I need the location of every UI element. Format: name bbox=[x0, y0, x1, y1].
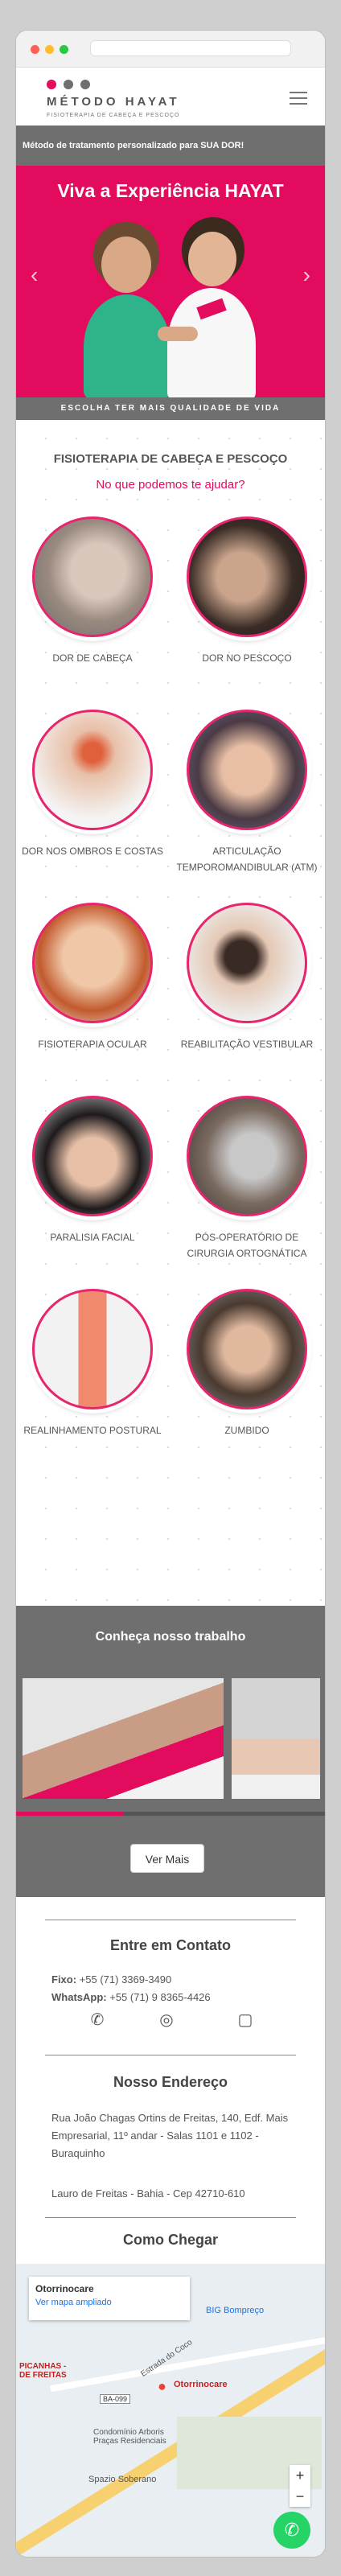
service-label: PÓS-OPERATÓRIO DE CIRURGIA ORTOGNÁTICA bbox=[187, 1232, 307, 1259]
shoulder-back-image bbox=[32, 710, 153, 830]
contact-section: Entre em Contato Fixo: +55 (71) 3369-349… bbox=[16, 1897, 325, 2557]
maximize-window-button[interactable] bbox=[60, 45, 68, 54]
work-section: Conheça nosso trabalho Ver Mais bbox=[16, 1606, 325, 1897]
slider-next-icon[interactable]: › bbox=[303, 262, 310, 288]
divider bbox=[45, 2217, 296, 2218]
tmj-image bbox=[187, 710, 307, 830]
work-slide-image[interactable] bbox=[232, 1678, 320, 1799]
see-more-button[interactable]: Ver Mais bbox=[130, 1844, 204, 1873]
whatsapp-number[interactable]: +55 (71) 9 8365-4426 bbox=[109, 1991, 210, 2003]
service-label: DOR NOS OMBROS E COSTAS bbox=[22, 846, 163, 857]
slider-prev-icon[interactable]: ‹ bbox=[31, 262, 38, 288]
map-label: BIG Bompreço bbox=[206, 2306, 265, 2315]
address-city: Lauro de Freitas - Bahia - Cep 42710-610 bbox=[51, 2187, 245, 2199]
hero-title: Viva a Experiência HAYAT bbox=[57, 180, 284, 201]
vestibular-image bbox=[187, 903, 307, 1023]
eye-therapy-image bbox=[32, 903, 153, 1023]
site-tagline: FISIOTERAPIA DE CABEÇA E PESCOÇO bbox=[47, 113, 180, 118]
map-zoom-control[interactable]: + − bbox=[290, 2465, 310, 2507]
announcement-bar: Método de tratamento personalizado para … bbox=[16, 126, 325, 166]
service-label: DOR NO PESCOÇO bbox=[202, 652, 292, 664]
service-card-shoulder-back[interactable]: DOR NOS OMBROS E COSTAS bbox=[16, 710, 169, 859]
facial-paralysis-image bbox=[32, 1096, 153, 1216]
whatsapp-label: WhatsApp: bbox=[51, 1991, 107, 2003]
service-card-postural[interactable]: REALINHAMENTO POSTURAL bbox=[16, 1289, 169, 1438]
work-title: Conheça nosso trabalho bbox=[95, 1630, 246, 1644]
hero-tagline: ESCOLHA TER MAIS QUALIDADE DE VIDA bbox=[16, 397, 325, 420]
service-label: DOR DE CABEÇA bbox=[52, 652, 133, 664]
address-line: Rua João Chagas Ortins de Freitas, 140, … bbox=[51, 2112, 289, 2159]
logo-dot bbox=[47, 80, 56, 89]
services-subtitle: No que podemos te ajudar? bbox=[96, 478, 245, 492]
services-title: FISIOTERAPIA DE CABEÇA E PESCOÇO bbox=[53, 452, 288, 466]
service-label: ZUMBIDO bbox=[224, 1425, 269, 1436]
work-slide-image[interactable] bbox=[23, 1678, 224, 1799]
map-label: PICANHAS - DE FREITAS bbox=[19, 2362, 67, 2380]
address-title: Nosso Endereço bbox=[113, 2074, 228, 2090]
directions-title: Como Chegar bbox=[122, 2232, 218, 2248]
map-label: Estrada do Coco bbox=[139, 2338, 195, 2379]
phone-label: Fixo: bbox=[51, 1973, 77, 1985]
map-label: Otorrinocare bbox=[174, 2380, 228, 2389]
neck-pain-image bbox=[187, 516, 307, 637]
instagram-icon[interactable]: ▢ bbox=[235, 2010, 256, 2031]
logo-dot bbox=[80, 80, 90, 89]
map-link[interactable]: Ver mapa ampliado bbox=[35, 2298, 183, 2307]
service-label: REALINHAMENTO POSTURAL bbox=[23, 1425, 162, 1436]
service-label: PARALISIA FACIAL bbox=[50, 1232, 135, 1243]
logo-dots bbox=[47, 79, 97, 93]
service-card-facial-paralysis[interactable]: PARALISIA FACIAL bbox=[16, 1096, 169, 1245]
tinnitus-image bbox=[187, 1289, 307, 1409]
phone-number[interactable]: +55 (71) 3369-3490 bbox=[80, 1973, 172, 1985]
map-place-name: Otorrinocare bbox=[35, 2283, 94, 2294]
browser-window: MÉTODO HAYAT FISIOTERAPIA DE CABEÇA E PE… bbox=[16, 31, 325, 2557]
postural-image bbox=[32, 1289, 153, 1409]
service-label: FISIOTERAPIA OCULAR bbox=[38, 1039, 147, 1050]
whatsapp-icon[interactable]: ◎ bbox=[156, 2010, 177, 2031]
map-label: Spazio Soberano bbox=[88, 2475, 157, 2484]
orthognathic-image bbox=[187, 1096, 307, 1216]
google-map[interactable]: Otorrinocare Ver mapa ampliado BIG Bompr… bbox=[16, 2264, 325, 2557]
service-label: REABILITAÇÃO VESTIBULAR bbox=[180, 1039, 314, 1050]
logo-dot bbox=[64, 80, 73, 89]
service-card-orthognathic[interactable]: PÓS-OPERATÓRIO DE CIRURGIA ORTOGNÁTICA bbox=[170, 1096, 323, 1261]
services-section: FISIOTERAPIA DE CABEÇA E PESCOÇO No que … bbox=[16, 420, 325, 1606]
service-label: ARTICULAÇÃO TEMPOROMANDIBULAR (ATM) bbox=[176, 846, 318, 873]
service-card-headache[interactable]: DOR DE CABEÇA bbox=[16, 516, 169, 666]
minimize-window-button[interactable] bbox=[45, 45, 54, 54]
browser-chrome bbox=[16, 31, 325, 68]
service-card-eye-therapy[interactable]: FISIOTERAPIA OCULAR bbox=[16, 903, 169, 1052]
service-card-tmj[interactable]: ARTICULAÇÃO TEMPOROMANDIBULAR (ATM) bbox=[170, 710, 323, 875]
headache-image bbox=[32, 516, 153, 637]
contact-title: Entre em Contato bbox=[109, 1937, 231, 1953]
whatsapp-float-icon[interactable]: ✆ bbox=[273, 2512, 310, 2549]
site-logo[interactable]: MÉTODO HAYAT bbox=[47, 95, 180, 109]
close-window-button[interactable] bbox=[31, 45, 39, 54]
site-header: MÉTODO HAYAT FISIOTERAPIA DE CABEÇA E PE… bbox=[16, 68, 325, 126]
phone-icon[interactable]: ✆ bbox=[87, 2010, 108, 2031]
service-card-tinnitus[interactable]: ZUMBIDO bbox=[170, 1289, 323, 1438]
map-label: Condomínio Arboris Praças Residenciais bbox=[93, 2428, 166, 2446]
whatsapp-line: WhatsApp: +55 (71) 9 8365-4426 bbox=[51, 1989, 296, 2006]
map-label: BA-099 bbox=[100, 2394, 131, 2404]
menu-icon[interactable] bbox=[290, 92, 307, 109]
slider-progress bbox=[16, 1812, 325, 1816]
service-card-vestibular[interactable]: REABILITAÇÃO VESTIBULAR bbox=[170, 903, 323, 1052]
map-pin-icon[interactable]: ● bbox=[158, 2378, 166, 2395]
hero-slider: Viva a Experiência HAYAT ‹ › ESCOLHA TER… bbox=[16, 166, 325, 420]
map-place-card: Otorrinocare Ver mapa ampliado bbox=[29, 2277, 190, 2320]
service-card-neck-pain[interactable]: DOR NO PESCOÇO bbox=[170, 516, 323, 666]
address-bar[interactable] bbox=[90, 40, 291, 56]
phone-line: Fixo: +55 (71) 3369-3490 bbox=[51, 1971, 296, 1989]
